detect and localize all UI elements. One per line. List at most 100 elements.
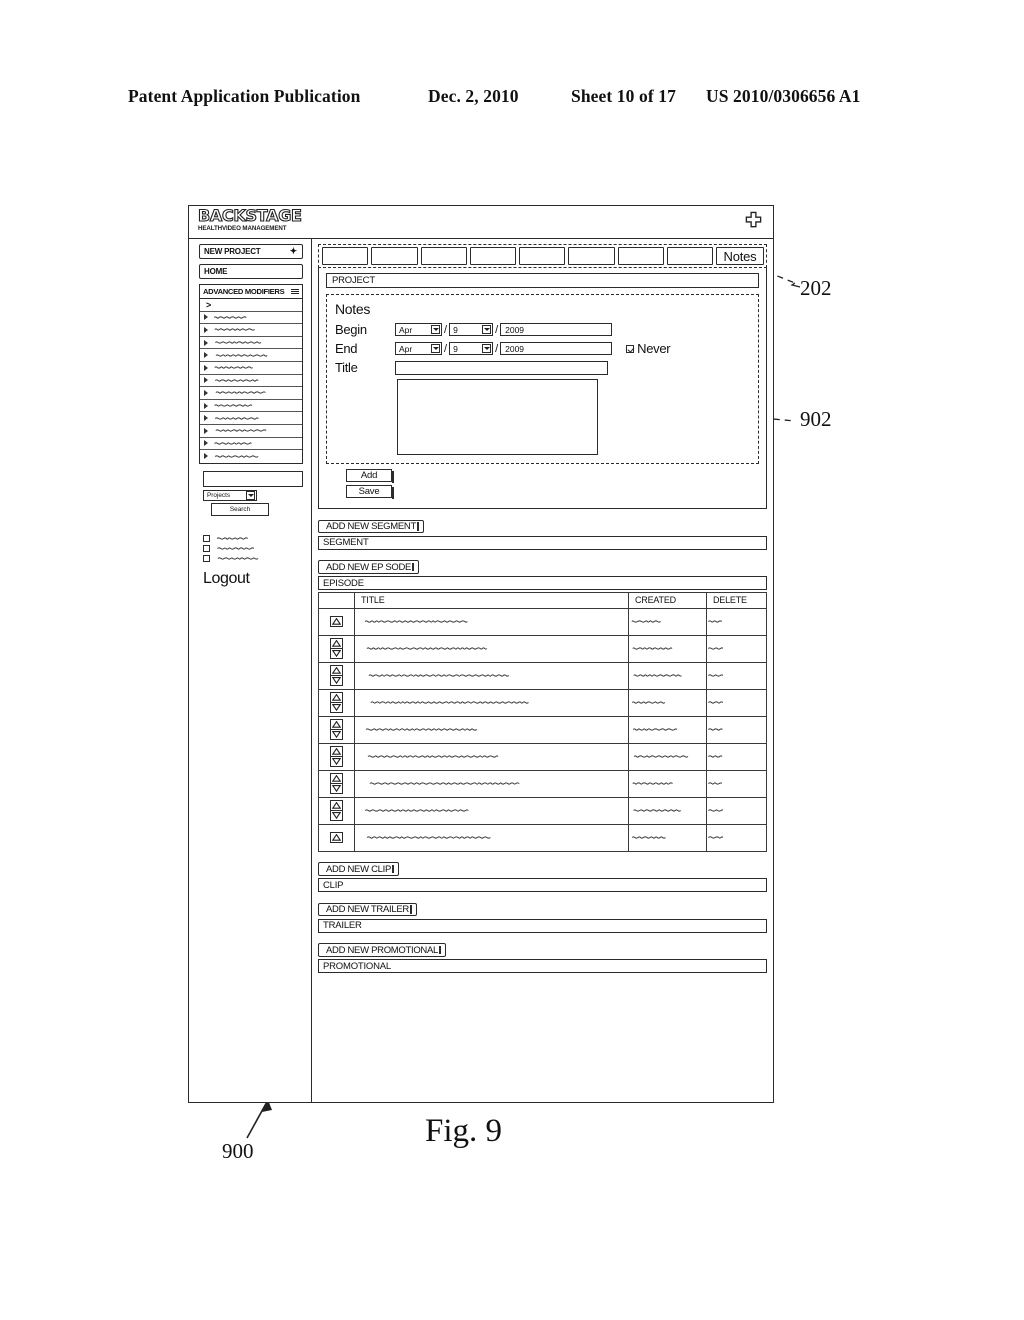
filter-select[interactable]: Projects: [203, 489, 257, 501]
date-separator: /: [495, 323, 499, 336]
publication-label: Patent Application Publication: [128, 86, 361, 106]
expand-triangle-icon: [204, 440, 208, 447]
modifier-item-label: [211, 428, 268, 433]
modifier-item[interactable]: [200, 400, 302, 413]
begin-month-select[interactable]: Apr: [395, 323, 442, 336]
modifier-item[interactable]: [200, 337, 302, 350]
new-project-button[interactable]: NEW PROJECT ✦: [199, 244, 303, 259]
episode-section: ADD NEW EP SODE EPISODE TITLE CREATED DE…: [318, 557, 767, 852]
end-month-select[interactable]: Apr: [395, 342, 442, 355]
plus-icon[interactable]: [744, 211, 763, 230]
move-up-button[interactable]: [330, 832, 343, 843]
search-input[interactable]: [203, 470, 303, 487]
expand-triangle-icon: [204, 377, 208, 384]
clip-section: ADD NEW CLIP CLIP: [318, 859, 767, 892]
end-day-select[interactable]: 9: [449, 342, 494, 355]
move-up-button[interactable]: [330, 616, 343, 627]
move-down-button[interactable]: [330, 729, 343, 740]
table-row: [318, 634, 767, 663]
note-body-textarea[interactable]: [397, 379, 598, 455]
search-button-label: Search: [229, 505, 251, 513]
episode-table-body: [318, 607, 767, 852]
move-down-button[interactable]: [330, 810, 343, 821]
add-new-episode-label: ADD NEW EP SODE: [326, 561, 412, 573]
end-date-row: End Apr / 9 / 2009 Never: [335, 341, 750, 356]
end-year-field[interactable]: 2009: [500, 342, 613, 355]
modifier-item[interactable]: [200, 425, 302, 438]
add-new-segment-label: ADD NEW SEGMENT: [326, 521, 416, 532]
project-panel: PROJECT Notes Begin Apr / 9 / 2009 End A…: [318, 268, 767, 509]
add-new-clip-button[interactable]: ADD NEW CLIP: [318, 862, 400, 876]
tab-blank[interactable]: [322, 247, 369, 265]
row-reorder-controls: [318, 607, 355, 636]
add-new-promotional-button[interactable]: ADD NEW PROMOTIONAL: [318, 943, 447, 957]
sidebar-checkbox-list: [203, 534, 311, 564]
sidebar-checkbox[interactable]: [203, 534, 311, 544]
tab-blank[interactable]: [519, 247, 566, 265]
logout-link[interactable]: Logout: [203, 570, 311, 588]
row-delete-button[interactable]: [706, 769, 767, 798]
expand-triangle-icon: [204, 415, 208, 422]
modifier-item[interactable]: [200, 450, 302, 463]
trailer-bar: TRAILER: [318, 918, 767, 933]
tab-notes[interactable]: Notes: [716, 247, 764, 265]
hamburger-icon[interactable]: [291, 288, 299, 296]
add-new-segment-button[interactable]: ADD NEW SEGMENT: [318, 519, 424, 534]
row-delete-button[interactable]: [706, 823, 767, 852]
date-separator: /: [444, 323, 448, 336]
row-title: [354, 634, 629, 663]
tab-blank[interactable]: [469, 247, 516, 265]
modifier-item[interactable]: [200, 387, 302, 400]
modifier-item[interactable]: [200, 324, 302, 337]
sidebar-checkbox[interactable]: [203, 554, 311, 564]
tab-blank[interactable]: [666, 247, 713, 265]
modifier-item[interactable]: [200, 362, 302, 375]
save-button-label: Save: [358, 486, 380, 497]
row-delete-button[interactable]: [706, 715, 767, 744]
modifier-item[interactable]: [200, 349, 302, 362]
modifier-item-label: [211, 327, 256, 332]
begin-day-select[interactable]: 9: [449, 323, 494, 336]
row-delete-button[interactable]: [706, 634, 767, 663]
add-button[interactable]: Add: [346, 469, 394, 483]
home-button[interactable]: HOME: [199, 264, 303, 279]
move-down-button[interactable]: [330, 783, 343, 794]
add-new-trailer-button[interactable]: ADD NEW TRAILER: [318, 902, 417, 917]
modifier-item[interactable]: [200, 412, 302, 425]
sidebar-checkbox-label: [214, 556, 260, 561]
tab-blank[interactable]: [371, 247, 418, 265]
tab-blank[interactable]: [420, 247, 467, 265]
begin-month-value: Apr: [399, 324, 413, 335]
move-down-button[interactable]: [330, 648, 343, 659]
modifier-item[interactable]: [200, 375, 302, 388]
tab-blank[interactable]: [568, 247, 615, 265]
plus-icon: ✦: [289, 246, 298, 256]
move-down-button[interactable]: [330, 702, 343, 713]
note-title-input[interactable]: [395, 360, 608, 375]
row-delete-button[interactable]: [706, 796, 767, 825]
search-button[interactable]: Search: [211, 502, 269, 516]
row-delete-button[interactable]: [706, 742, 767, 771]
modifier-item[interactable]: [200, 438, 302, 451]
row-delete-button[interactable]: [706, 607, 767, 636]
chevron-down-icon: [431, 325, 440, 334]
row-delete-button[interactable]: [706, 661, 767, 690]
promotional-bar: PROMOTIONAL: [318, 959, 767, 973]
save-button[interactable]: Save: [346, 485, 394, 499]
begin-year-field[interactable]: 2009: [500, 323, 613, 336]
add-new-episode-button[interactable]: ADD NEW EP SODE: [318, 560, 420, 574]
tab-blank[interactable]: [617, 247, 664, 265]
bottom-sections: ADD NEW CLIP CLIP ADD NEW TRAILER TRAILER AD…: [318, 859, 767, 973]
begin-date-row: Begin Apr / 9 / 2009: [335, 322, 750, 337]
table-row: [318, 796, 767, 825]
row-delete-button[interactable]: [706, 688, 767, 717]
sidebar-checkbox[interactable]: [203, 544, 311, 554]
move-down-button[interactable]: [330, 756, 343, 767]
move-down-button[interactable]: [330, 675, 343, 686]
modifier-root-item[interactable]: >: [200, 299, 302, 312]
modifier-item[interactable]: [200, 312, 302, 325]
advanced-modifiers-header[interactable]: ADVANCED MODIFIERS: [200, 285, 302, 299]
patent-number: US 2010/0306656 A1: [706, 86, 861, 106]
chevron-down-icon: [482, 344, 492, 353]
never-checkbox[interactable]: Never: [626, 341, 671, 356]
